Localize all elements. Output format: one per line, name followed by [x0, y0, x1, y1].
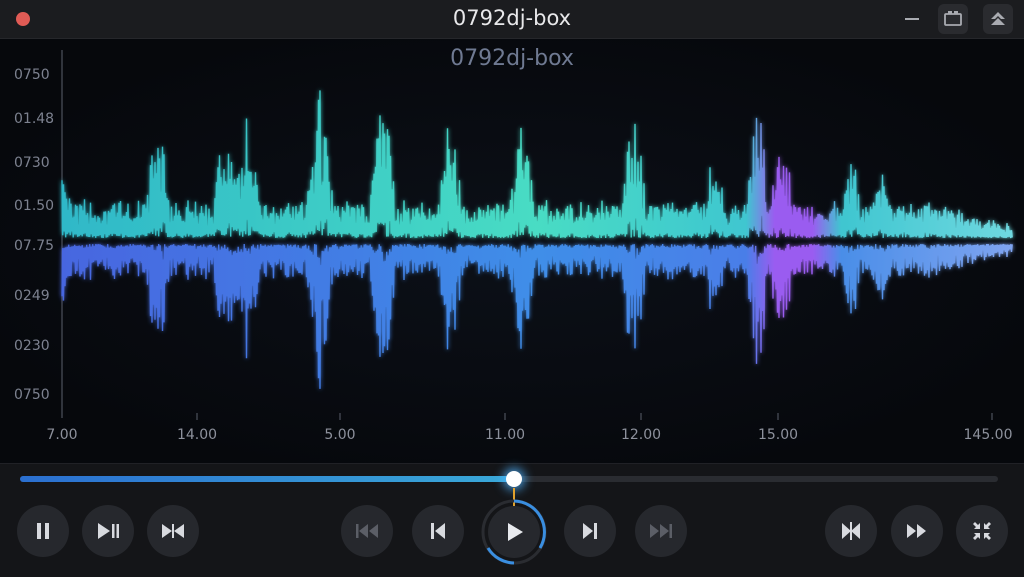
- progress-fill: [20, 476, 514, 482]
- previous-button[interactable]: [412, 505, 464, 557]
- waveform-lower-channel: [61, 243, 1013, 389]
- y-tick-label: 01.50: [14, 198, 55, 214]
- waveform-lines: [61, 90, 1013, 389]
- y-tick-label: 0230: [14, 338, 50, 354]
- next-icon: [583, 523, 597, 539]
- y-tick-label: 0750: [14, 387, 50, 403]
- waveform-upper-channel: [61, 90, 1013, 239]
- crossfade-icon: [162, 524, 184, 538]
- shuffle-icon: [842, 522, 860, 540]
- rewind-icon: [356, 524, 378, 538]
- play-button[interactable]: [488, 506, 540, 558]
- next-button[interactable]: [564, 505, 616, 557]
- shuffle-button[interactable]: [825, 505, 877, 557]
- play-icon: [508, 523, 523, 541]
- rewind-button[interactable]: [341, 505, 393, 557]
- fast-forward-icon: [650, 524, 672, 538]
- x-tick-marks: [196, 413, 993, 420]
- x-tick-label: 7.00: [46, 427, 78, 443]
- x-tick-label: 14.00: [176, 427, 218, 443]
- forward-button[interactable]: [891, 505, 943, 557]
- y-tick-label: 0730: [14, 155, 50, 171]
- y-tick-label: 07.75: [14, 238, 55, 254]
- x-tick-label: 145.00: [963, 427, 1013, 443]
- play-pause-icon: [98, 523, 119, 539]
- fast-forward-button[interactable]: [635, 505, 687, 557]
- track-title: 0792dj-box: [450, 46, 574, 71]
- x-tick-label: 5.00: [324, 427, 356, 443]
- x-tick-label: 15.00: [757, 427, 799, 443]
- x-tick-label: 11.00: [484, 427, 526, 443]
- progress-bar[interactable]: [20, 471, 998, 506]
- progress-thumb[interactable]: [505, 471, 522, 487]
- collapse-icon: [973, 522, 991, 540]
- collapse-button[interactable]: [956, 505, 1008, 557]
- y-tick-label: 01.48: [14, 111, 55, 127]
- crossfade-button[interactable]: [147, 505, 199, 557]
- x-tick-label: 12.00: [620, 427, 662, 443]
- pause-icon: [37, 523, 49, 539]
- forward-icon: [907, 524, 926, 538]
- y-tick-label: 0249: [14, 288, 50, 304]
- pause-button[interactable]: [17, 505, 69, 557]
- play-pause-button[interactable]: [82, 505, 134, 557]
- previous-icon: [431, 523, 445, 539]
- y-tick-label: 0750: [14, 67, 50, 83]
